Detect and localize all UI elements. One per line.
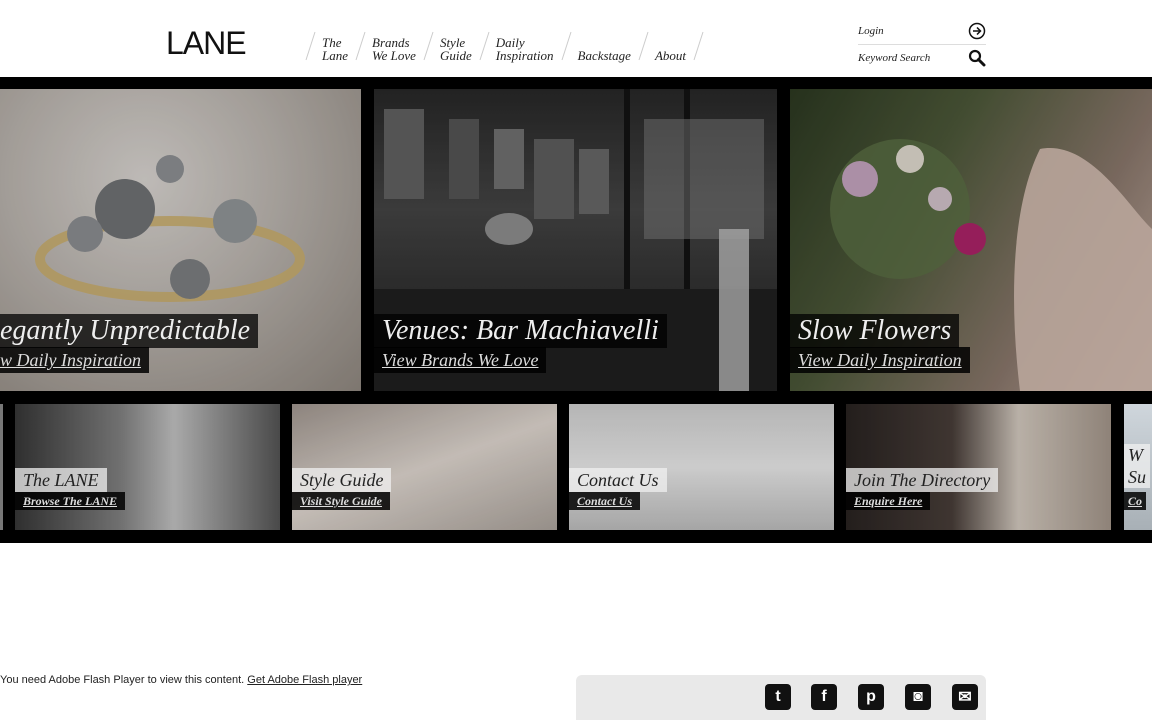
small-slide-join-directory[interactable]: Join The Directory Enquire Here	[846, 404, 1111, 530]
nav-separator	[350, 30, 370, 62]
nav-separator	[474, 30, 494, 62]
site-header: LANE The Lane Brands We Love Style Guide…	[0, 0, 1152, 77]
slide-title: Join The Directory	[846, 468, 999, 492]
slide-title: Style Guide	[292, 468, 392, 492]
slide-link[interactable]: Visit Style Guide	[292, 492, 391, 510]
slide-slow-flowers[interactable]: Slow Flowers View Daily Inspiration	[790, 89, 1152, 391]
keyword-search[interactable]: Keyword Search	[858, 45, 986, 71]
small-slide-contact-us[interactable]: Contact Us Contact Us	[569, 404, 834, 530]
small-slide-partial-right[interactable]: W Su Co	[1124, 404, 1152, 530]
slide-ring[interactable]: egantly Unpredictable w Daily Inspiratio…	[0, 89, 361, 391]
slide-link[interactable]: Contact Us	[569, 492, 641, 510]
featured-slideshow: egantly Unpredictable w Daily Inspiratio…	[0, 77, 1152, 543]
search-label: Keyword Search	[858, 52, 931, 64]
small-slide-partial	[0, 404, 3, 530]
nav-separator	[418, 30, 438, 62]
slide-shade	[15, 404, 280, 530]
slide-title: Slow Flowers	[790, 314, 960, 348]
slide-title: W Su	[1124, 444, 1150, 488]
slide-link[interactable]: Enquire Here	[846, 492, 931, 510]
social-bar: t f p ◙ ✉	[576, 675, 986, 720]
nav-label: About	[654, 48, 686, 63]
nav-item-brands-we-love[interactable]: Brands We Love	[370, 30, 418, 62]
arrow-circle-right-icon[interactable]	[968, 22, 986, 40]
utility-box: Login Keyword Search	[858, 18, 986, 71]
instagram-icon[interactable]: ◙	[905, 684, 931, 710]
nav-item-about[interactable]: About	[653, 30, 688, 62]
nav-item-backstage[interactable]: Backstage	[576, 30, 633, 62]
nav-item-the-lane[interactable]: The Lane	[320, 30, 350, 62]
nav-separator	[633, 30, 653, 62]
slide-title: egantly Unpredictable	[0, 314, 259, 348]
slide-shade	[846, 404, 1111, 530]
site-logo[interactable]: LANE	[166, 25, 247, 61]
nav-separator	[688, 30, 708, 62]
slide-link[interactable]: w Daily Inspiration	[0, 347, 150, 373]
login-label: Login	[858, 25, 884, 37]
nav-label: Backstage	[577, 48, 631, 63]
small-slide-the-lane[interactable]: The LANE Browse The LANE	[15, 404, 280, 530]
slide-link[interactable]: Browse The LANE	[15, 492, 126, 510]
slide-shade	[569, 404, 834, 530]
slide-title: Venues: Bar Machiavelli	[374, 314, 667, 348]
get-flash-link[interactable]: Get Adobe Flash player	[247, 674, 362, 686]
nav-item-daily-inspiration[interactable]: Daily Inspiration	[494, 30, 556, 62]
pinterest-icon[interactable]: p	[858, 684, 884, 710]
login-link[interactable]: Login	[858, 18, 986, 45]
nav-label: Brands We Love	[372, 35, 416, 63]
nav-label: Style Guide	[439, 35, 472, 63]
slide-link[interactable]: Co	[1124, 492, 1147, 510]
facebook-icon[interactable]: f	[811, 684, 837, 710]
slide-link[interactable]: View Brands We Love	[374, 347, 547, 373]
slide-link[interactable]: View Daily Inspiration	[790, 347, 970, 373]
slide-title: The LANE	[15, 468, 107, 492]
email-icon[interactable]: ✉	[952, 684, 978, 710]
nav-separator	[300, 30, 320, 62]
slide-bar-machiavelli[interactable]: Venues: Bar Machiavelli View Brands We L…	[374, 89, 777, 391]
slide-title: Contact Us	[569, 468, 667, 492]
nav-separator	[556, 30, 576, 62]
nav-label: Daily Inspiration	[495, 35, 554, 63]
nav-item-style-guide[interactable]: Style Guide	[438, 30, 474, 62]
flash-text: You need Adobe Flash Player to view this…	[0, 674, 245, 686]
slide-shade	[292, 404, 557, 530]
main-nav: The Lane Brands We Love Style Guide Dail…	[300, 30, 708, 62]
small-slide-style-guide[interactable]: Style Guide Visit Style Guide	[292, 404, 557, 530]
nav-label: The Lane	[322, 35, 348, 63]
twitter-icon[interactable]: t	[765, 684, 791, 710]
flash-notice: You need Adobe Flash Player to view this…	[0, 674, 362, 686]
search-icon[interactable]	[968, 49, 986, 67]
